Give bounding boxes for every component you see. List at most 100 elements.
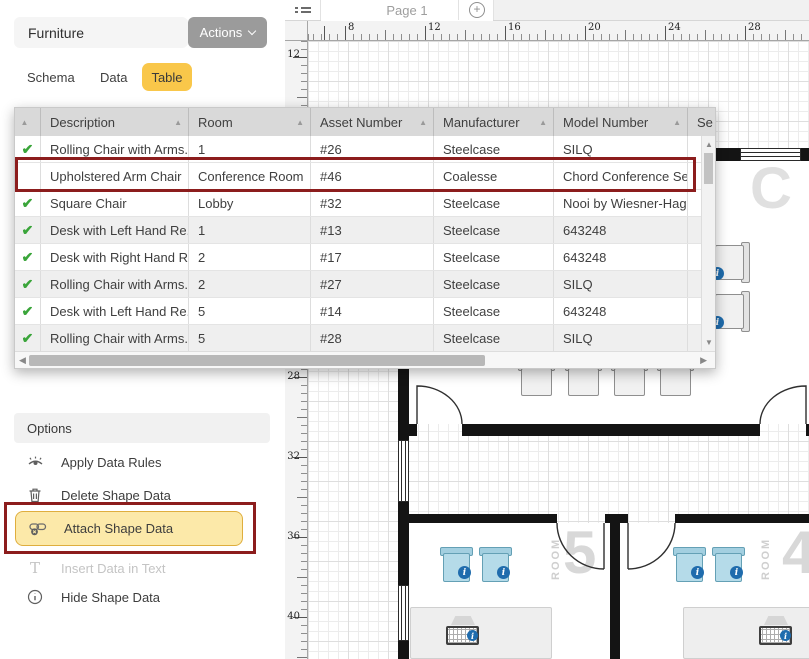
cell-description: Rolling Chair with Arms... xyxy=(41,271,189,297)
menu-item-label: Insert Data in Text xyxy=(61,561,166,576)
room-5-word[interactable]: ROOM xyxy=(550,534,562,580)
cell-asset: #17 xyxy=(311,244,434,270)
menu-item-label: Hide Shape Data xyxy=(61,590,160,605)
check-icon: ✔ xyxy=(22,276,34,293)
header-description[interactable]: Description▲ xyxy=(41,108,189,136)
check-icon: ✔ xyxy=(22,195,34,212)
info-badge-icon[interactable]: i xyxy=(730,566,743,579)
add-page-button[interactable]: + xyxy=(469,2,485,18)
horizontal-ruler: 8 12 16 20 24 28 xyxy=(308,21,809,41)
cell-description: Desk with Left Hand Re... xyxy=(41,298,189,324)
tab-schema[interactable]: Schema xyxy=(27,70,75,85)
info-badge-icon[interactable]: i xyxy=(497,566,510,579)
room-5-number[interactable]: 5 xyxy=(563,526,596,580)
cell-manufacturer: Steelcase xyxy=(434,217,554,243)
page-tab[interactable]: Page 1 xyxy=(321,0,493,21)
wall-corridor-top[interactable] xyxy=(462,424,760,436)
scroll-left-icon[interactable]: ◀ xyxy=(19,355,26,366)
cell-asset: #13 xyxy=(311,217,434,243)
wall-left-b[interactable] xyxy=(398,502,409,585)
actions-button[interactable]: Actions xyxy=(188,17,267,48)
cell-room: 2 xyxy=(189,244,311,270)
table-row[interactable]: ✔ Square Chair Lobby #32 Steelcase Nooi … xyxy=(15,190,703,217)
eye-icon xyxy=(26,455,44,469)
table-row[interactable]: ✔ Desk with Right Hand R... 2 #17 Steelc… xyxy=(15,244,703,271)
room-4-number[interactable]: 4 xyxy=(782,526,809,580)
room-4-word[interactable]: ROOM xyxy=(760,534,772,580)
info-badge-icon[interactable]: i xyxy=(780,630,791,641)
page-list-icon[interactable] xyxy=(295,5,311,17)
wall-corridor-top-stub[interactable] xyxy=(409,424,417,436)
table-row[interactable]: ✔ Desk with Left Hand Re... 1 #13 Steelc… xyxy=(15,217,703,244)
header-asset-number[interactable]: Asset Number▲ xyxy=(311,108,434,136)
header-serial[interactable]: Se xyxy=(688,108,703,136)
scroll-right-icon[interactable]: ▶ xyxy=(700,355,707,366)
info-badge-icon[interactable]: i xyxy=(467,630,478,641)
cell-manufacturer: Steelcase xyxy=(434,325,554,351)
annotation-box-attach xyxy=(4,502,256,554)
info-glyph: i xyxy=(716,318,719,328)
cell-model: SILQ xyxy=(554,271,688,297)
wall-top-right-b[interactable] xyxy=(801,148,809,161)
cell-asset: #28 xyxy=(311,325,434,351)
menu-item-apply-data-rules[interactable]: Apply Data Rules xyxy=(14,450,270,474)
sort-asc-icon: ▲ xyxy=(174,118,182,127)
ruler-corner xyxy=(285,21,308,41)
cell-model: Nooi by Wiesner-Hager xyxy=(554,190,688,216)
cell-manufacturer: Steelcase xyxy=(434,298,554,324)
cell-model: 643248 xyxy=(554,298,688,324)
ruler-label: 28 xyxy=(748,22,761,33)
ruler-label: 12 xyxy=(428,22,441,33)
ruler-label: 36 xyxy=(287,531,300,542)
tab-table[interactable]: Table xyxy=(142,63,192,91)
check-icon: ✔ xyxy=(22,303,34,320)
info-badge-icon[interactable]: i xyxy=(691,566,704,579)
cell-description: Square Chair xyxy=(41,190,189,216)
menu-item-label: Apply Data Rules xyxy=(61,455,161,470)
sort-asc-icon: ▲ xyxy=(539,118,547,127)
sort-asc-icon: ▲ xyxy=(673,118,681,127)
dataset-name-field[interactable]: Furniture xyxy=(14,17,188,48)
ruler-label: 20 xyxy=(588,22,601,33)
annotation-box-row xyxy=(15,157,696,192)
menu-item-insert-data-in-text[interactable]: T Insert Data in Text xyxy=(14,556,270,580)
info-circle-icon xyxy=(26,589,44,605)
desk-shape[interactable] xyxy=(410,607,552,659)
wall-left-c[interactable] xyxy=(398,641,409,659)
header-manufacturer[interactable]: Manufacturer▲ xyxy=(434,108,554,136)
check-icon: ✔ xyxy=(22,330,34,347)
plus-icon: + xyxy=(473,2,480,16)
menu-item-hide-shape-data[interactable]: Hide Shape Data xyxy=(14,585,270,609)
tab-data[interactable]: Data xyxy=(100,70,127,85)
ruler-label: 28 xyxy=(287,371,300,382)
cell-model: 643248 xyxy=(554,217,688,243)
cell-room: 1 xyxy=(189,217,311,243)
window-left-upper[interactable] xyxy=(398,440,409,502)
wall-rooms-top-a[interactable] xyxy=(409,514,557,523)
info-glyph: i xyxy=(784,631,787,641)
table-row[interactable]: ✔ Rolling Chair with Arms... 5 #28 Steel… xyxy=(15,325,703,352)
check-icon: ✔ xyxy=(22,222,34,239)
ruler-label: 24 xyxy=(668,22,681,33)
table-row[interactable]: ✔ Rolling Chair with Arms... 2 #27 Steel… xyxy=(15,271,703,298)
wall-left-a[interactable] xyxy=(398,366,409,440)
window-left-lower[interactable] xyxy=(398,585,409,641)
wall-room-divider[interactable] xyxy=(610,514,620,659)
info-badge-icon[interactable]: i xyxy=(458,566,471,579)
ruler-label: 16 xyxy=(508,22,521,33)
scroll-down-icon[interactable]: ▼ xyxy=(702,338,716,347)
dataset-name: Furniture xyxy=(28,25,84,41)
header-model-number[interactable]: Model Number▲ xyxy=(554,108,688,136)
vertical-scrollbar: ▲ ▼ xyxy=(701,136,715,351)
cell-description: Desk with Right Hand R... xyxy=(41,244,189,270)
header-check-column[interactable]: ▲ xyxy=(15,108,41,136)
header-room[interactable]: Room▲ xyxy=(189,108,311,136)
table-row[interactable]: ✔ Desk with Left Hand Re... 5 #14 Steelc… xyxy=(15,298,703,325)
vertical-scrollbar-thumb[interactable] xyxy=(704,153,713,184)
check-icon: ✔ xyxy=(22,141,34,158)
cell-model: 643248 xyxy=(554,244,688,270)
horizontal-scrollbar-thumb[interactable] xyxy=(29,355,485,366)
horizontal-scrollbar: ◀ ▶ xyxy=(15,351,715,368)
scroll-up-icon[interactable]: ▲ xyxy=(702,140,716,149)
zone-label[interactable]: C xyxy=(750,155,792,222)
